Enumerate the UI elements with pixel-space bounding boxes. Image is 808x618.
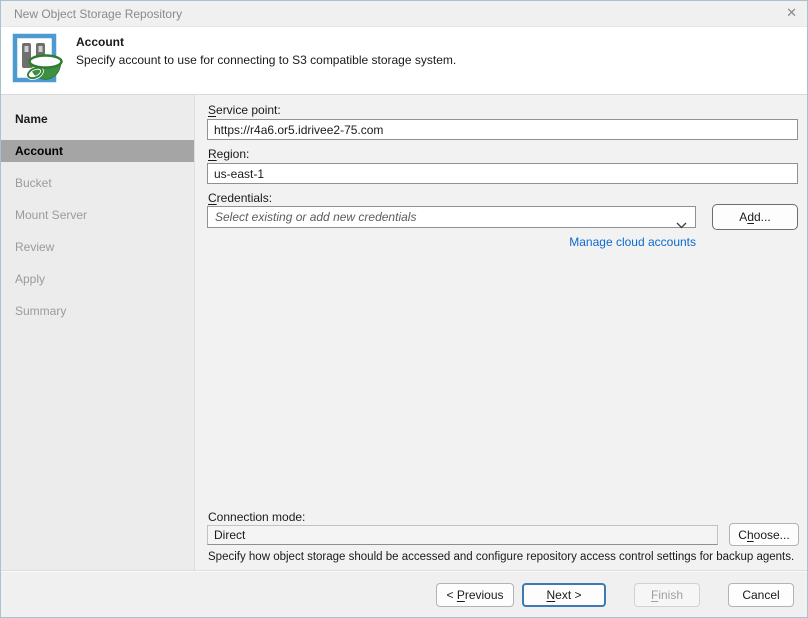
connection-mode-label: Connection mode: (208, 510, 305, 524)
step-name[interactable]: Name (1, 108, 194, 130)
footer-buttons: < Previous Next > Finish Cancel (436, 583, 794, 607)
connection-mode-hint: Specify how object storage should be acc… (208, 551, 794, 563)
credentials-placeholder: Select existing or add new credentials (215, 210, 416, 224)
wizard-window: New Object Storage Repository ✕ Account … (0, 0, 808, 618)
form-panel: Service point: Region: Credentials: Sele… (195, 95, 807, 571)
cancel-button[interactable]: Cancel (728, 583, 794, 607)
service-point-input[interactable] (207, 119, 798, 140)
previous-button[interactable]: < Previous (436, 583, 514, 607)
step-mount-server[interactable]: Mount Server (1, 204, 194, 226)
wizard-header: Account Specify account to use for conne… (1, 27, 807, 95)
window-title: New Object Storage Repository (14, 7, 182, 21)
chevron-down-icon (676, 215, 687, 235)
wizard-footer: < Previous Next > Finish Cancel (1, 570, 807, 617)
step-apply[interactable]: Apply (1, 268, 194, 290)
step-summary[interactable]: Summary (1, 300, 194, 322)
page-subtitle: Specify account to use for connecting to… (76, 53, 456, 67)
page-title: Account (76, 35, 124, 49)
next-button[interactable]: Next > (522, 583, 606, 607)
manage-cloud-accounts-row: Manage cloud accounts (207, 235, 696, 249)
manage-cloud-accounts-link[interactable]: Manage cloud accounts (569, 235, 696, 249)
region-input[interactable] (207, 163, 798, 184)
finish-button: Finish (634, 583, 700, 607)
region-label: Region: (208, 147, 249, 161)
credentials-label: Credentials: (208, 191, 272, 205)
step-bucket[interactable]: Bucket (1, 172, 194, 194)
object-storage-repository-icon (10, 32, 67, 89)
close-icon[interactable]: ✕ (786, 6, 797, 20)
step-account[interactable]: Account (1, 140, 194, 162)
step-review[interactable]: Review (1, 236, 194, 258)
wizard-steps-nav: Name Account Bucket Mount Server Review … (1, 95, 195, 571)
choose-connection-mode-button[interactable]: Choose... (729, 523, 799, 546)
title-bar: New Object Storage Repository ✕ (1, 1, 807, 27)
connection-mode-value-field: Direct (207, 525, 718, 545)
add-credentials-button[interactable]: Add... (712, 204, 798, 230)
service-point-label: Service point: (208, 103, 281, 117)
credentials-dropdown[interactable]: Select existing or add new credentials (207, 206, 696, 228)
